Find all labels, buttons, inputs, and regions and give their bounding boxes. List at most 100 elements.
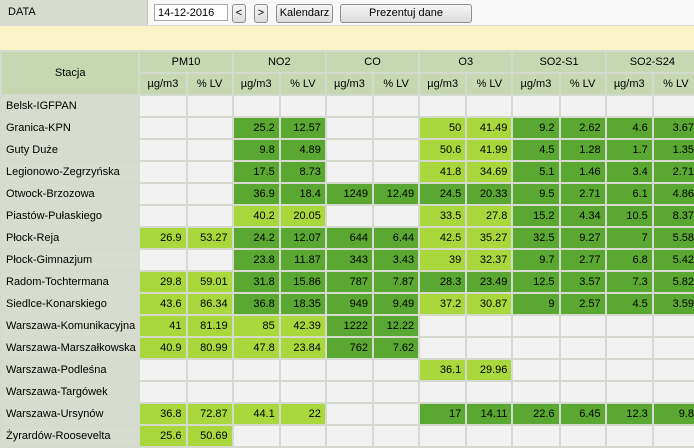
measurement-cell	[374, 206, 419, 226]
table-row: Warszawa-Podleśna 36.1 29.96	[2, 360, 694, 380]
station-name[interactable]: Otwock-Brzozowa	[2, 184, 139, 204]
measurement-cell: 2.77	[560, 250, 605, 270]
station-name[interactable]: Płock-Gimnazjum	[2, 250, 139, 270]
calendar-button[interactable]: Kalendarz	[276, 4, 333, 23]
measurement-cell: 4.5	[513, 140, 559, 160]
measurement-cell	[374, 140, 419, 160]
measurement-cell: 762	[326, 338, 373, 358]
measurement-cell	[187, 140, 232, 160]
station-name[interactable]: Siedlce-Konarskiego	[2, 294, 139, 314]
station-name[interactable]: Piastów-Pułaskiego	[2, 206, 139, 226]
measurement-cell: 42.39	[280, 316, 325, 336]
measurement-cell	[606, 338, 652, 358]
measurement-cell: 1.7	[606, 140, 652, 160]
measurement-cell: 4.5	[606, 294, 652, 314]
measurement-cell: 37.2	[420, 294, 466, 314]
measurement-cell: 30.87	[467, 294, 512, 314]
station-name[interactable]: Warszawa-Komunikacyjna	[2, 316, 139, 336]
station-name[interactable]: Warszawa-Marszałkowska	[2, 338, 139, 358]
measurement-cell: 28.3	[420, 272, 466, 292]
station-name[interactable]: Płock-Reja	[2, 228, 139, 248]
measurement-cell: 36.1	[420, 360, 466, 380]
table-row: Radom-Tochtermana 29.8 59.01 31.8 15.86 787 7.…	[2, 272, 694, 292]
measurement-cell	[187, 162, 232, 182]
station-name[interactable]: Legionowo-Zegrzyńska	[2, 162, 139, 182]
measurement-cell: 9.49	[374, 294, 419, 314]
measurement-cell	[187, 118, 232, 138]
measurement-cell: 7	[606, 228, 652, 248]
measurement-cell: 5.58	[653, 228, 694, 248]
measurement-cell: 12.07	[280, 228, 325, 248]
measurement-cell: 59.01	[187, 272, 232, 292]
measurement-cell: 10.5	[606, 206, 652, 226]
measurement-cell	[233, 360, 279, 380]
date-input[interactable]	[154, 4, 228, 21]
measurement-cell	[140, 382, 186, 402]
unit-header: µg/m3	[513, 74, 559, 94]
pollutant-header: PM10	[140, 52, 232, 72]
measurement-cell: 39	[420, 250, 466, 270]
unit-header: % LV	[374, 74, 419, 94]
prev-day-button[interactable]: <	[232, 4, 246, 23]
measurement-cell: 8.73	[280, 162, 325, 182]
measurement-cell	[560, 316, 605, 336]
station-name[interactable]: Radom-Tochtermana	[2, 272, 139, 292]
measurement-cell: 24.5	[420, 184, 466, 204]
measurement-cell	[606, 360, 652, 380]
measurement-cell: 25.2	[233, 118, 279, 138]
measurement-cell	[653, 96, 694, 116]
measurement-cell: 9.5	[513, 184, 559, 204]
measurement-cell: 12.3	[606, 404, 652, 424]
measurement-cell	[513, 316, 559, 336]
measurement-cell: 50	[420, 118, 466, 138]
measurement-cell: 34.69	[467, 162, 512, 182]
table-row: Guty Duże 9.8 4.89 50.6 41.99 4.5 1.28 1.7 1.35	[2, 140, 694, 160]
measurement-cell: 9	[513, 294, 559, 314]
measurement-cell	[513, 426, 559, 446]
station-name[interactable]: Warszawa-Ursynów	[2, 404, 139, 424]
measurement-cell: 4.89	[280, 140, 325, 160]
unit-header: µg/m3	[233, 74, 279, 94]
measurement-cell	[374, 382, 419, 402]
measurement-cell: 41	[140, 316, 186, 336]
measurement-cell	[140, 140, 186, 160]
station-name[interactable]: Żyrardów-Roosevelta	[2, 426, 139, 446]
measurement-cell: 14.11	[467, 404, 512, 424]
measurement-cell	[560, 382, 605, 402]
measurement-cell: 4.34	[560, 206, 605, 226]
measurement-cell: 41.8	[420, 162, 466, 182]
measurement-cell	[513, 96, 559, 116]
table-row: Piastów-Pułaskiego 40.2 20.05 33.5 27.8 15.2 4…	[2, 206, 694, 226]
station-name[interactable]: Guty Duże	[2, 140, 139, 160]
measurement-cell	[326, 382, 373, 402]
measurement-cell: 41.49	[467, 118, 512, 138]
present-data-button[interactable]: Prezentuj dane	[340, 4, 472, 23]
measurement-cell: 25.6	[140, 426, 186, 446]
measurement-cell: 36.8	[233, 294, 279, 314]
pollutant-header: O3	[420, 52, 512, 72]
measurement-cell: 9.27	[560, 228, 605, 248]
measurement-cell: 11.87	[280, 250, 325, 270]
measurement-cell: 32.5	[513, 228, 559, 248]
station-name[interactable]: Warszawa-Podleśna	[2, 360, 139, 380]
table-row: Żyrardów-Roosevelta 25.6 50.69	[2, 426, 694, 446]
measurement-cell: 23.8	[233, 250, 279, 270]
station-name[interactable]: Warszawa-Targówek	[2, 382, 139, 402]
measurement-cell: 29.8	[140, 272, 186, 292]
measurement-cell	[140, 360, 186, 380]
station-name[interactable]: Granica-KPN	[2, 118, 139, 138]
station-name[interactable]: Belsk-IGFPAN	[2, 96, 139, 116]
measurement-cell: 24.2	[233, 228, 279, 248]
measurement-cell: 72.87	[187, 404, 232, 424]
measurement-cell: 85	[233, 316, 279, 336]
measurement-cell: 6.45	[560, 404, 605, 424]
measurement-cell	[140, 118, 186, 138]
measurement-cell: 36.8	[140, 404, 186, 424]
next-day-button[interactable]: >	[254, 4, 268, 23]
measurement-cell	[187, 360, 232, 380]
measurement-cell	[467, 426, 512, 446]
measurement-cell: 18.4	[280, 184, 325, 204]
measurement-cell: 1.35	[653, 140, 694, 160]
measurement-cell	[560, 360, 605, 380]
measurement-cell	[467, 316, 512, 336]
